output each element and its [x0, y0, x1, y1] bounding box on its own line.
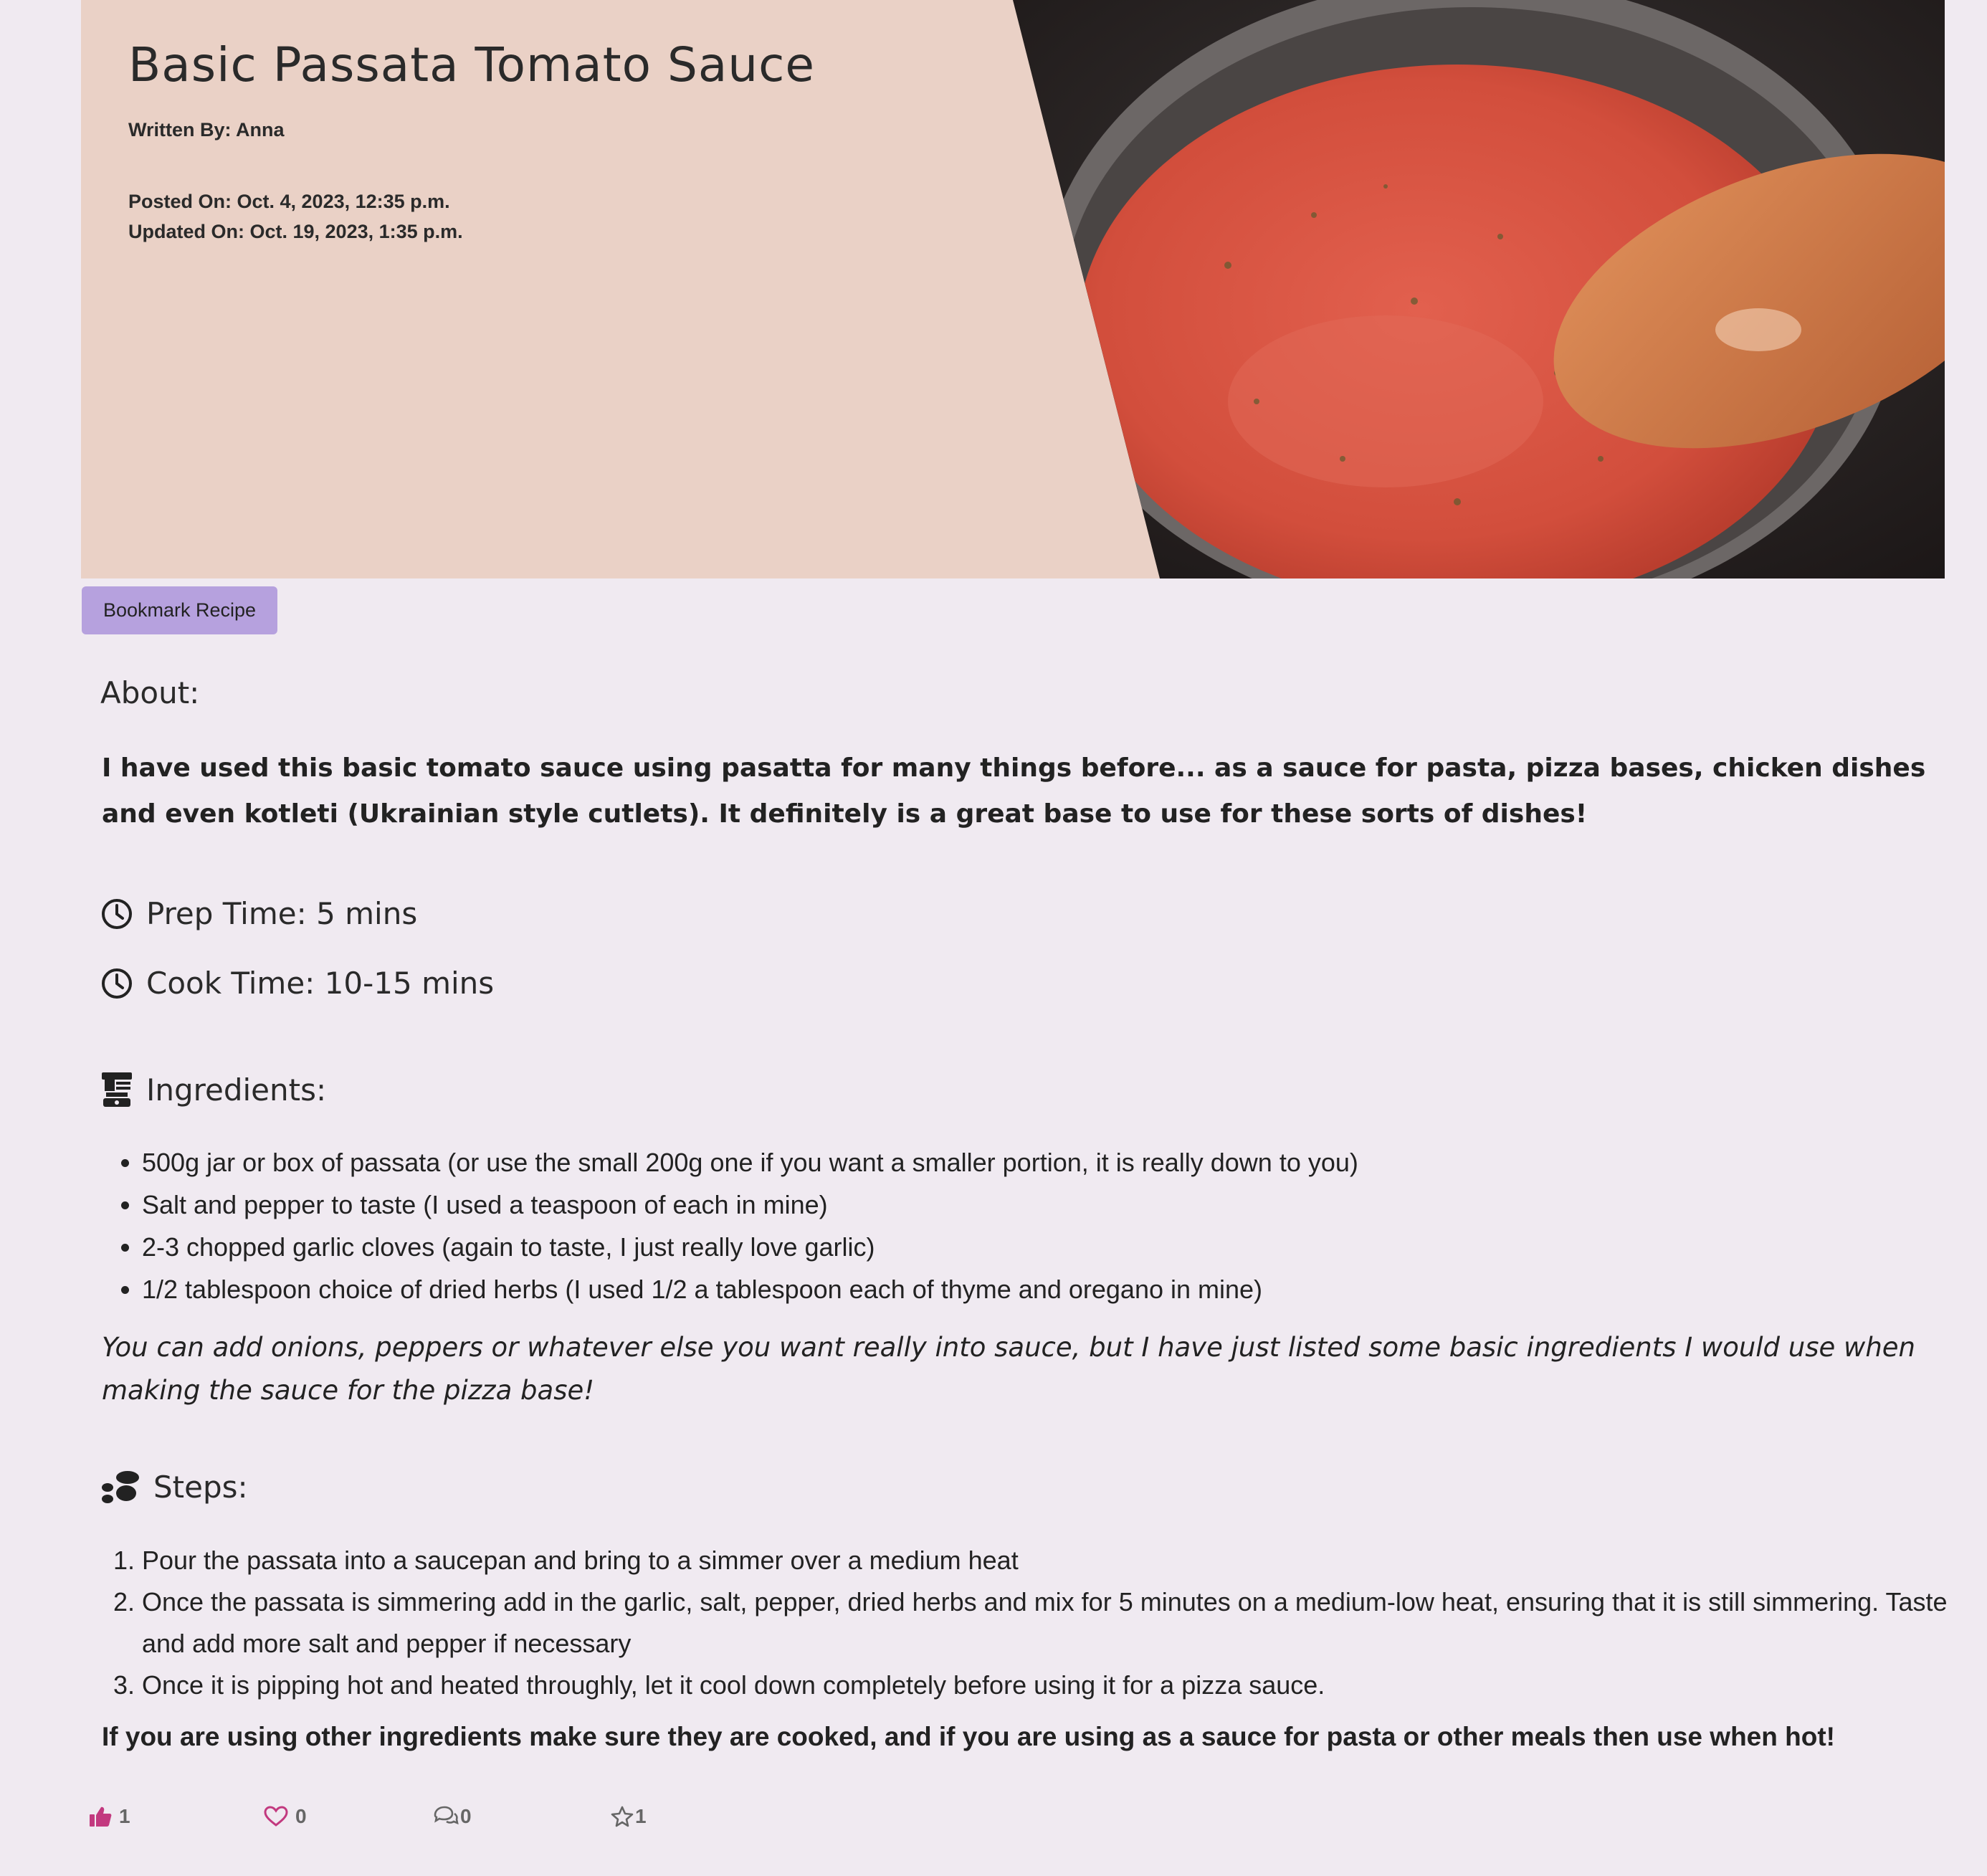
ingredients-heading: Ingredients: [100, 1071, 326, 1108]
list-item: 2-3 chopped garlic cloves (again to tast… [142, 1226, 1358, 1268]
steps-heading: Steps: [100, 1470, 248, 1505]
heart-icon [264, 1806, 288, 1827]
blender-icon [102, 1072, 132, 1107]
list-item: Once the passata is simmering add in the… [142, 1581, 1977, 1665]
like-count: 1 [119, 1805, 130, 1827]
ingredients-note: You can add onions, peppers or whatever … [102, 1332, 1915, 1406]
list-item: Once it is pipping hot and heated throug… [142, 1665, 1977, 1706]
thumbs-up-icon [90, 1806, 112, 1827]
prep-time: Prep Time: 5 mins [100, 896, 417, 931]
about-text: I have used this basic tomato sauce usin… [102, 753, 1926, 829]
about-heading: About: [100, 675, 200, 710]
recipe-photo [1013, 0, 1945, 578]
recipe-header: Basic Passata Tomato Sauce Written By: A… [81, 0, 1945, 578]
like-button[interactable]: 1 [89, 1805, 130, 1828]
rate-button[interactable]: 1 [611, 1805, 647, 1828]
steps-heading-label: Steps: [153, 1470, 248, 1505]
favourite-count: 0 [295, 1805, 307, 1827]
ingredients-list: 500g jar or box of passata (or use the s… [102, 1141, 1358, 1310]
steps-list: Pour the passata into a saucepan and bri… [102, 1540, 1977, 1706]
comment-count: 0 [460, 1805, 472, 1827]
list-item: 1/2 tablespoon choice of dried herbs (I … [142, 1268, 1358, 1310]
star-icon [611, 1806, 634, 1827]
clock-icon [102, 968, 132, 999]
prep-time-label: Prep Time: 5 mins [146, 896, 418, 931]
favourite-button[interactable]: 0 [264, 1805, 307, 1828]
author-line: Written By: Anna [128, 119, 285, 141]
list-item: Salt and pepper to taste (I used a teasp… [142, 1184, 1358, 1226]
cook-time: Cook Time: 10-15 mins [100, 966, 494, 1001]
list-item: 500g jar or box of passata (or use the s… [142, 1141, 1358, 1184]
star-count: 1 [635, 1805, 647, 1827]
clock-icon [102, 898, 132, 929]
ingredients-heading-label: Ingredients: [146, 1072, 327, 1108]
final-note: If you are using other ingredients make … [102, 1722, 1835, 1751]
updated-date: Updated On: Oct. 19, 2023, 1:35 p.m. [128, 221, 463, 242]
comments-button[interactable]: 0 [433, 1805, 472, 1828]
footprints-icon [102, 1470, 139, 1503]
list-item: Pour the passata into a saucepan and bri… [142, 1540, 1977, 1581]
cook-time-label: Cook Time: 10-15 mins [146, 966, 495, 1001]
recipe-title: Basic Passata Tomato Sauce [128, 37, 816, 92]
comments-icon [434, 1806, 459, 1825]
bookmark-button[interactable]: Bookmark Recipe [82, 586, 277, 634]
posted-date: Posted On: Oct. 4, 2023, 12:35 p.m. [128, 191, 450, 212]
